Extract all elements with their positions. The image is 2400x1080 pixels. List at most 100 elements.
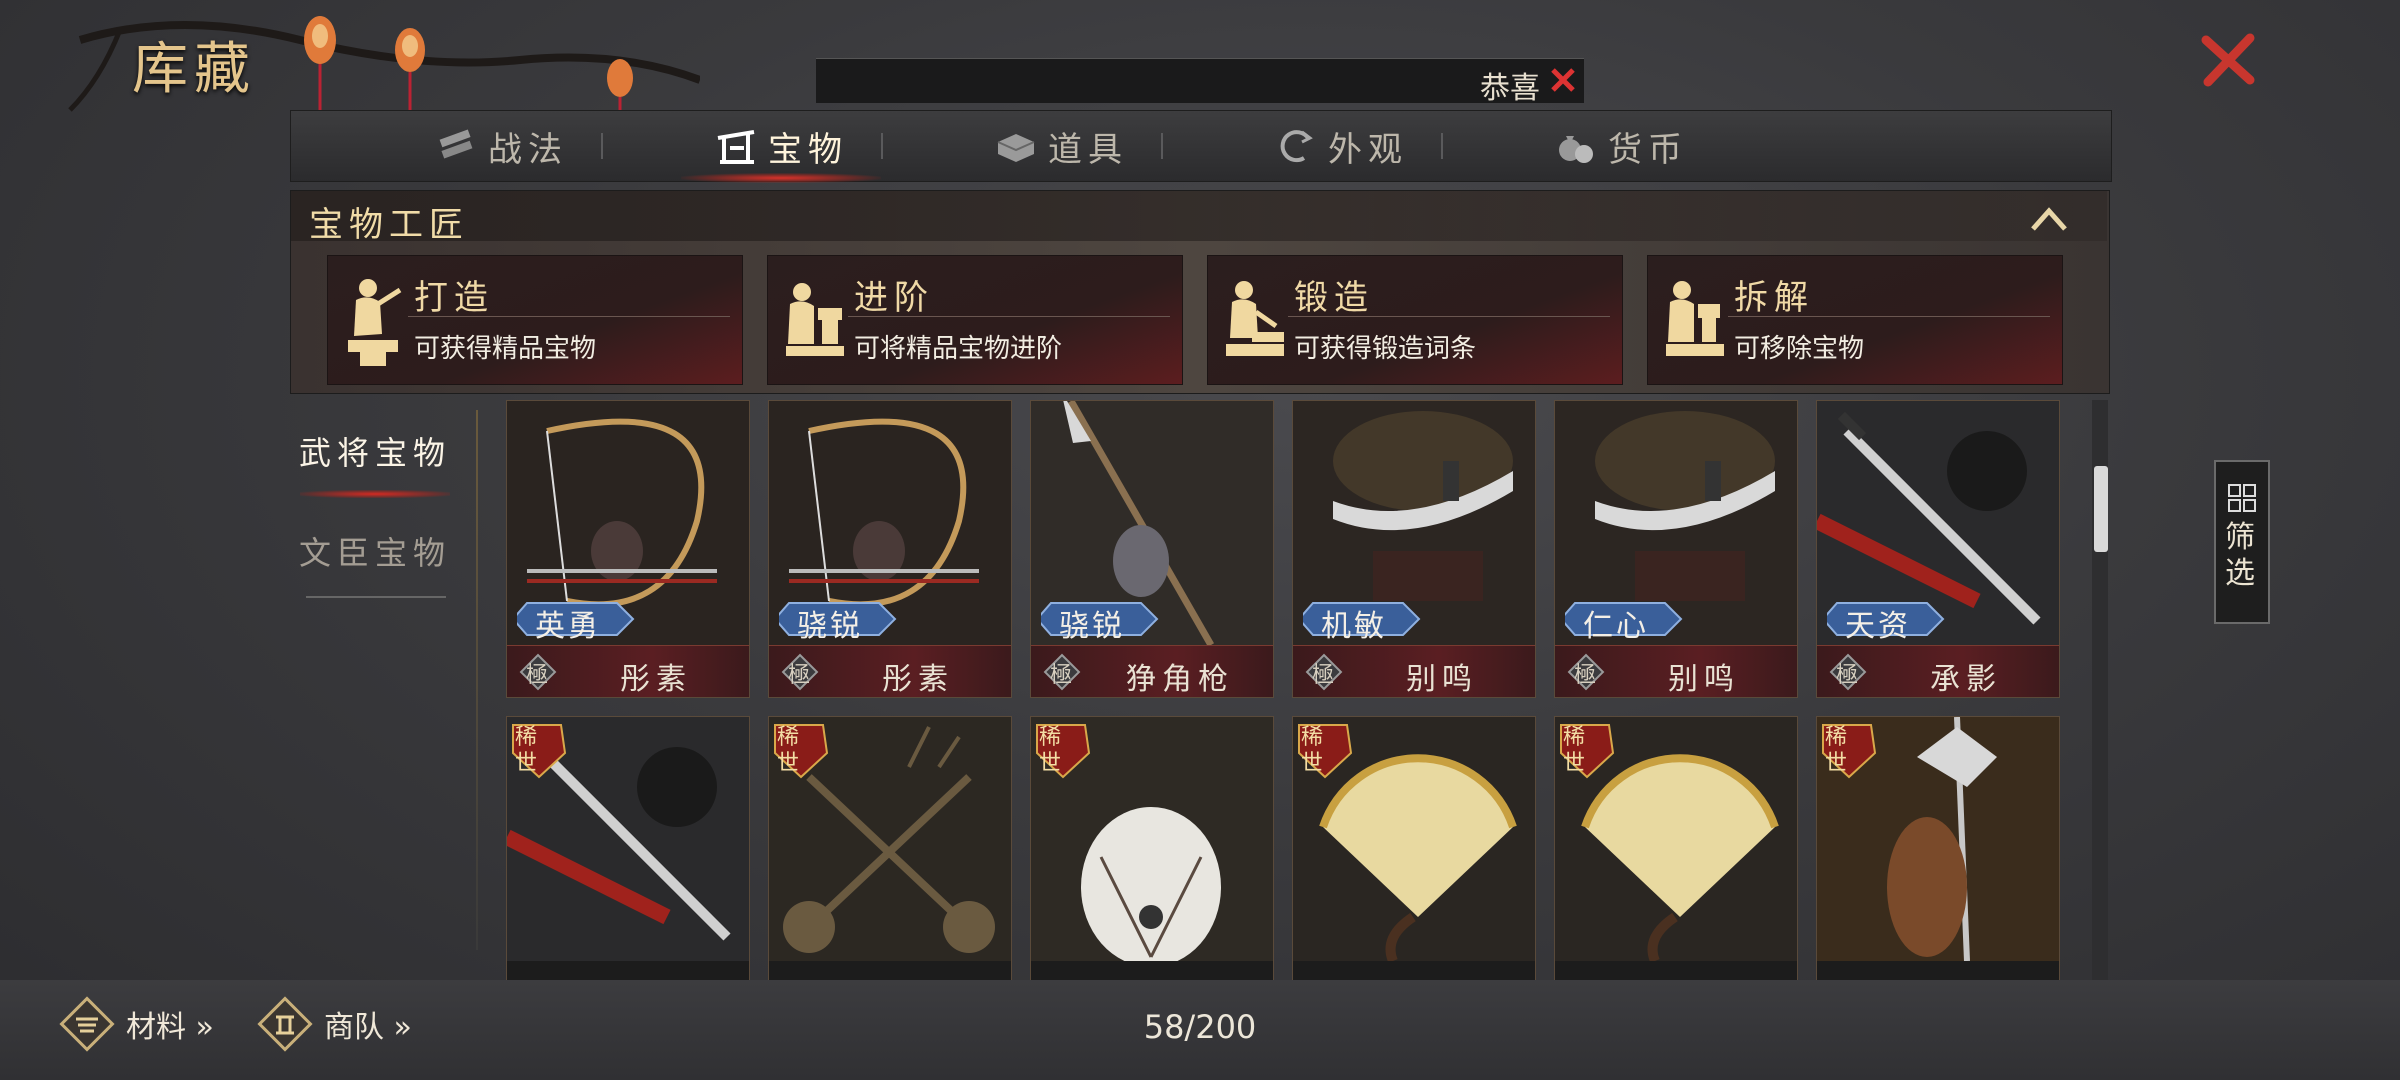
grade-label: 極 — [1312, 663, 1335, 688]
notice-text: 恭喜 — [1480, 71, 1540, 106]
filter-label: 筛选 — [2225, 520, 2255, 591]
treasure-name: 狰角枪 — [1126, 662, 1234, 697]
category-tabbar: 战法 宝物 道具 外观 货币 — [290, 110, 2112, 183]
craft-header — [291, 191, 2107, 241]
tab-divider — [601, 133, 603, 159]
notice-banner: 恭喜 — [816, 58, 1584, 106]
card-footer: 極 彤素 — [769, 645, 1011, 697]
tab-divider — [881, 133, 883, 159]
treasure-name: 别鸣 — [1406, 662, 1478, 697]
rare-label: 稀世 — [1563, 725, 1590, 776]
rare-label: 稀世 — [1825, 725, 1852, 776]
grade-label: 極 — [1574, 663, 1597, 688]
side-item-general-treasures[interactable]: 武将宝物 — [290, 428, 460, 474]
card-footer: 極 彤素 — [507, 645, 749, 697]
tab-divider — [1161, 133, 1163, 159]
card-footer: 極 承影 — [1817, 645, 2059, 697]
trait-label: 骁锐 — [1059, 609, 1125, 644]
tab-label: 道具 — [1048, 129, 1128, 170]
materials-button[interactable]: 材料 » — [58, 994, 214, 1054]
treasure-card[interactable]: 稀世 — [1292, 716, 1536, 980]
craft-action-name: 拆解 — [1734, 278, 1814, 318]
treasure-name: 彤素 — [882, 662, 954, 697]
close-x-icon[interactable] — [2196, 28, 2260, 92]
craft-smith-button[interactable]: 锻造 可获得锻造词条 — [1207, 255, 1623, 385]
rare-label: 稀世 — [777, 725, 804, 776]
materials-diamond-icon — [59, 996, 115, 1052]
treasure-craftsman-panel: 宝物工匠 打造 可获得精品宝物 进阶 可将精品宝物进阶 锻造 可获得锻造词条 拆… — [290, 190, 2110, 394]
tab-items[interactable]: 道具 — [921, 111, 1201, 181]
treasure-gate-icon — [717, 130, 755, 164]
treasure-card[interactable]: 天资極 承影 — [1816, 400, 2060, 698]
side-item-minister-treasures[interactable]: 文臣宝物 — [290, 528, 460, 574]
treasure-card[interactable]: 稀世 — [1030, 716, 1274, 980]
chevron-up-icon[interactable] — [2029, 205, 2069, 233]
card-footer: 極 别鸣 — [1293, 645, 1535, 697]
grade-label: 極 — [788, 663, 811, 688]
divider — [848, 316, 1170, 317]
craft-action-name: 打造 — [414, 278, 494, 318]
treasure-name: 承影 — [1930, 662, 2002, 697]
trait-label: 机敏 — [1321, 609, 1387, 644]
grid-filter-icon — [2228, 484, 2256, 512]
item-box-icon — [997, 134, 1035, 162]
scrollbar-thumb[interactable] — [2094, 466, 2108, 552]
grade-label: 極 — [1836, 663, 1859, 688]
craft-action-desc: 可获得精品宝物 — [414, 334, 597, 364]
craft-dismantle-button[interactable]: 拆解 可移除宝物 — [1647, 255, 2063, 385]
divider — [306, 596, 446, 598]
treasure-grid: 英勇極彤素 骁锐極彤素 骁锐極狰角枪 机敏極别鸣 仁心極别鸣 天资極承影 稀世 稀世 稀世 稀世稀… — [506, 400, 2110, 980]
rare-label: 稀世 — [515, 725, 542, 776]
craft-action-name: 锻造 — [1294, 278, 1374, 318]
treasure-card[interactable]: 稀世 — [1554, 716, 1798, 980]
treasure-card[interactable]: 骁锐極 狰角枪 — [1030, 400, 1274, 698]
tab-tactics[interactable]: 战法 — [361, 111, 641, 181]
treasure-name: 彤素 — [620, 662, 692, 697]
rare-label: 稀世 — [1301, 725, 1328, 776]
inventory-count: 58/200 — [1143, 1008, 1257, 1046]
page-title: 库藏 — [132, 37, 256, 102]
tab-currency[interactable]: 货币 — [1481, 111, 1761, 181]
craft-forge-button[interactable]: 打造 可获得精品宝物 — [327, 255, 743, 385]
tab-divider — [1441, 133, 1443, 159]
craft-action-desc: 可将精品宝物进阶 — [854, 334, 1063, 364]
notice-close-icon[interactable] — [1548, 65, 1578, 95]
treasure-name: 别鸣 — [1668, 662, 1740, 697]
blacksmith-hammer-icon — [348, 279, 402, 366]
craft-action-name: 进阶 — [854, 278, 934, 318]
treasure-card[interactable]: 机敏極 别鸣 — [1292, 400, 1536, 698]
grade-label: 極 — [1050, 663, 1073, 688]
treasure-card[interactable]: 骁锐極 彤素 — [768, 400, 1012, 698]
trait-label: 英勇 — [535, 609, 601, 644]
caravan-button[interactable]: 商队 » — [256, 994, 412, 1054]
trait-label: 骁锐 — [797, 609, 863, 644]
divider — [408, 316, 730, 317]
caravan-diamond-icon — [257, 996, 313, 1052]
appearance-swirl-icon — [1280, 130, 1313, 163]
rare-label: 稀世 — [1039, 725, 1066, 776]
tab-appearance[interactable]: 外观 — [1201, 111, 1481, 181]
active-indicator — [300, 490, 450, 498]
tab-treasures[interactable]: 宝物 — [641, 111, 921, 183]
divider — [1728, 316, 2050, 317]
treasure-card[interactable]: 稀世 — [1816, 716, 2060, 980]
treasure-card[interactable]: 英勇極 彤素 — [506, 400, 750, 698]
card-footer: 極 别鸣 — [1555, 645, 1797, 697]
blacksmith-anvil-icon — [786, 283, 844, 356]
divider — [1288, 316, 1610, 317]
materials-label: 材料 » — [126, 1010, 214, 1045]
money-bag-icon — [1559, 136, 1593, 163]
treasure-card[interactable]: 仁心極 别鸣 — [1554, 400, 1798, 698]
craft-action-desc: 可获得锻造词条 — [1294, 334, 1477, 364]
caravan-label: 商队 » — [324, 1010, 412, 1045]
treasure-card[interactable]: 稀世 — [506, 716, 750, 980]
tab-label: 宝物 — [768, 129, 848, 170]
trait-label: 仁心 — [1583, 609, 1649, 644]
blacksmith-dismantle-icon — [1666, 281, 1724, 356]
divider — [476, 410, 478, 950]
grade-label: 極 — [526, 663, 549, 688]
blacksmith-forge-icon — [1226, 281, 1284, 356]
treasure-card[interactable]: 稀世 — [768, 716, 1012, 980]
craft-advance-button[interactable]: 进阶 可将精品宝物进阶 — [767, 255, 1183, 385]
craft-action-desc: 可移除宝物 — [1734, 334, 1865, 364]
